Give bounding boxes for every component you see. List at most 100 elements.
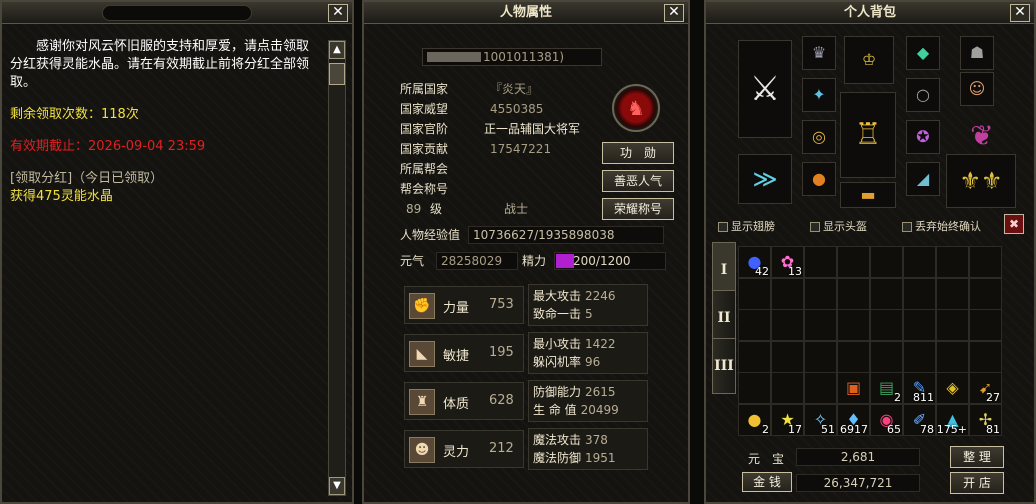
equip-slot[interactable]: ● [802, 162, 836, 196]
inventory-slot[interactable] [936, 246, 969, 278]
inventory-panel-title: 个人背包 [706, 2, 1034, 24]
inventory-slot[interactable] [969, 277, 1002, 310]
inventory-slot[interactable] [804, 277, 837, 310]
honor-title-button[interactable]: 荣耀称号 [602, 198, 674, 220]
shoulder-slot[interactable]: ⚜⚜ [946, 154, 1016, 208]
karma-button[interactable]: 善恶人气 [602, 170, 674, 192]
inventory-slot[interactable] [936, 340, 969, 373]
inventory-slot[interactable]: ✎ 811 [903, 372, 936, 404]
checkbox[interactable] [902, 222, 912, 232]
inventory-slot[interactable] [870, 340, 903, 373]
medal-icon: ✪ [916, 127, 930, 146]
inventory-slot[interactable] [903, 309, 936, 341]
inventory-slot[interactable] [738, 372, 771, 404]
inventory-slot[interactable] [903, 340, 936, 373]
inventory-slot[interactable] [738, 340, 771, 373]
equip-slot[interactable]: ◎ [802, 120, 836, 154]
inventory-slot[interactable] [870, 277, 903, 310]
open-shop-button[interactable]: 开 店 [950, 472, 1004, 494]
inventory-slot[interactable]: ✿ 13 [771, 246, 804, 278]
claim-status[interactable]: [领取分红]（今日已领取） [10, 170, 310, 188]
inventory-slot[interactable] [936, 309, 969, 341]
sub-label: 致命一击 [533, 307, 582, 321]
inventory-slot[interactable]: ◈ [936, 372, 969, 404]
equip-slot[interactable]: ☗ [960, 36, 994, 70]
close-button[interactable]: ✕ [664, 4, 684, 22]
equip-slot[interactable]: ✦ [802, 78, 836, 112]
inventory-slot[interactable]: ★ 17 [771, 403, 804, 436]
head-slot[interactable]: ♔ [844, 36, 894, 84]
armor-slot[interactable]: ♖ [840, 92, 896, 178]
stat-value: 212 [489, 441, 514, 456]
bag-tab-3[interactable]: III [712, 338, 736, 394]
belt-slot[interactable]: ▬ [840, 182, 896, 208]
inventory-slot[interactable]: ▣ [837, 372, 870, 404]
inventory-slot[interactable]: ✧ 51 [804, 403, 837, 436]
inventory-slot[interactable]: ✐ 78 [903, 403, 936, 436]
gold-value: 26,347,721 [796, 474, 920, 492]
inventory-slot[interactable]: ▤ 2 [870, 372, 903, 404]
equip-slot[interactable]: ○ [906, 78, 940, 112]
inventory-slot[interactable] [771, 340, 804, 373]
weapon-slot[interactable]: ⚔ [738, 40, 792, 138]
inventory-slot[interactable]: ✢ 81 [969, 403, 1002, 436]
inventory-slot[interactable]: ➹ 27 [969, 372, 1002, 404]
merit-button[interactable]: 功 勋 [602, 142, 674, 164]
inventory-slot[interactable] [804, 309, 837, 341]
equip-slot[interactable]: ◢ [906, 162, 940, 196]
helm-icon: ♛ [811, 43, 827, 62]
item-icon: ▤ [878, 378, 895, 397]
belt-icon: ▬ [860, 185, 876, 204]
inventory-slot[interactable] [936, 277, 969, 310]
bracer-slot[interactable]: ≫ [738, 154, 792, 204]
inventory-slot[interactable]: ▲ 175+ [936, 403, 969, 436]
inventory-slot[interactable] [903, 246, 936, 278]
inventory-slot[interactable] [738, 309, 771, 341]
inventory-slot[interactable] [804, 372, 837, 404]
stat-details: 最大攻击 2246 致命一击 5 [528, 284, 648, 326]
close-button[interactable]: ✕ [328, 4, 348, 22]
scroll-down-icon[interactable]: ▼ [329, 477, 345, 495]
show-helmet-toggle[interactable]: 显示头盔 [810, 218, 867, 234]
inventory-slot[interactable] [771, 277, 804, 310]
inventory-slot[interactable] [837, 309, 870, 341]
item-icon: ● [747, 409, 762, 429]
equip-slot[interactable]: ♛ [802, 36, 836, 70]
portrait-slot[interactable]: ☺ [960, 72, 994, 106]
inventory-slot[interactable]: ◉ 65 [870, 403, 903, 436]
inventory-slot[interactable] [804, 246, 837, 278]
item-count: 81 [986, 422, 1000, 436]
checkbox[interactable] [718, 222, 728, 232]
inventory-slot[interactable] [870, 309, 903, 341]
close-button[interactable]: ✕ [1010, 4, 1030, 22]
inventory-slot[interactable] [771, 309, 804, 341]
trash-icon[interactable]: ✖ [1004, 214, 1024, 234]
inventory-slot[interactable] [837, 246, 870, 278]
equip-slot[interactable]: ◆ [906, 36, 940, 70]
inventory-slot[interactable] [804, 340, 837, 373]
inventory-slot[interactable]: ● 2 [738, 403, 771, 436]
scrollbar[interactable]: ▲ ▼ [328, 40, 346, 496]
orb-icon: ● [812, 169, 826, 188]
inventory-slot[interactable] [870, 246, 903, 278]
stat-sub-row: 躲闪机率 96 [533, 353, 600, 371]
inventory-slot[interactable] [771, 372, 804, 404]
show-wings-toggle[interactable]: 显示翅膀 [718, 218, 775, 234]
inventory-slot[interactable] [969, 340, 1002, 373]
inventory-slot[interactable] [837, 277, 870, 310]
inventory-slot[interactable]: ♦ 6917 [837, 403, 870, 436]
discard-confirm-toggle[interactable]: 丢弃始终确认 [902, 218, 981, 234]
stat-value: 628 [489, 393, 514, 408]
inventory-slot[interactable] [738, 277, 771, 310]
scroll-thumb[interactable] [329, 63, 345, 85]
sort-button[interactable]: 整 理 [950, 446, 1004, 468]
inventory-slot[interactable] [969, 309, 1002, 341]
inventory-slot[interactable]: ● 42 [738, 246, 771, 278]
scroll-up-icon[interactable]: ▲ [329, 41, 345, 59]
inventory-slot[interactable] [903, 277, 936, 310]
inventory-slot[interactable] [837, 340, 870, 373]
reward-text: 获得475灵能水晶 [10, 189, 113, 204]
checkbox[interactable] [810, 222, 820, 232]
inventory-slot[interactable] [969, 246, 1002, 278]
equip-slot[interactable]: ✪ [906, 120, 940, 154]
